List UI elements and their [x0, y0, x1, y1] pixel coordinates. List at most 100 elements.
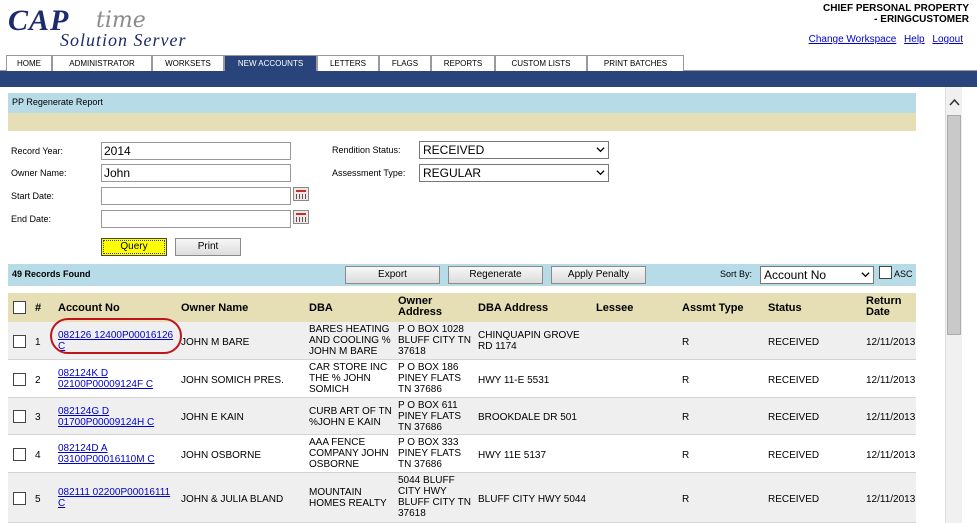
address-line: TN 37686 [398, 422, 442, 433]
row-checkbox[interactable] [13, 448, 26, 461]
dba-line: MOUNTAIN [309, 487, 362, 498]
col-dba[interactable]: DBA [309, 303, 333, 314]
owner-name: JOHN E KAIN [181, 412, 244, 423]
dba-address-line: BROOKDALE DR 501 [478, 412, 577, 423]
start-date-label: Start Date: [11, 191, 55, 201]
assmt-type: R [682, 337, 690, 348]
dba-address: HWY 11E 5137 [478, 450, 546, 461]
export-button[interactable]: Export [345, 266, 440, 284]
address-line: BLUFF CITY TN [398, 497, 471, 508]
address-line: PINEY FLATS [398, 448, 461, 459]
calendar-icon[interactable] [293, 210, 309, 224]
col-lessee[interactable]: Lessee [596, 303, 633, 314]
dba-address: HWY 11-E 5531 [478, 375, 549, 386]
tab-custom-lists[interactable]: CUSTOM LISTS [495, 55, 587, 71]
account-line: 082111 02200P00016111 [58, 487, 171, 498]
dba-line: HOMES REALTY [309, 498, 387, 509]
dba-address-line: BLUFF CITY HWY 5044 [478, 494, 586, 505]
owner-name: JOHN OSBORNE [181, 450, 262, 461]
tab-flags[interactable]: FLAGS [379, 55, 431, 71]
logo-subtitle: Solution Server [60, 30, 187, 50]
dba-address-line: HWY 11E 5137 [478, 450, 547, 461]
calendar-icon[interactable] [293, 187, 309, 201]
record-year-input[interactable]: 2014 [101, 142, 291, 160]
rendition-status-select[interactable]: RECEIVED [419, 141, 609, 159]
account-no-link[interactable]: 082124D A 03100P00016110M C [58, 443, 155, 465]
main-content: PP Regenerate Report Record Year: 2014 O… [0, 87, 977, 523]
sort-by-label: Sort By: [720, 269, 753, 279]
end-date-input[interactable] [101, 210, 291, 228]
tab-reports[interactable]: REPORTS [431, 55, 495, 71]
row-checkbox[interactable] [13, 492, 26, 505]
start-date-input[interactable] [101, 187, 291, 205]
tab-home[interactable]: HOME [6, 55, 52, 71]
end-date-label: End Date: [11, 214, 52, 224]
dba: BARES HEATING AND COOLING % JOHN M BARE [309, 324, 391, 357]
dba-address: CHINQUAPIN GROVE RD 1174 [478, 330, 580, 352]
record-year-label: Record Year: [11, 146, 64, 156]
tab-new-accounts[interactable]: NEW ACCOUNTS [224, 55, 317, 71]
apply-penalty-button[interactable]: Apply Penalty [551, 266, 646, 284]
tab-letters[interactable]: LETTERS [317, 55, 379, 71]
chevron-up-icon[interactable] [946, 95, 963, 111]
regenerate-button[interactable]: Regenerate [448, 266, 543, 284]
rendition-status-value: RECEIVED [423, 143, 485, 157]
assessment-type-value: REGULAR [423, 166, 482, 180]
col-assmt-type[interactable]: Assmt Type [682, 303, 744, 314]
select-all-checkbox[interactable] [13, 301, 26, 314]
row-num: 3 [35, 412, 41, 423]
rendition-status-label: Rendition Status: [332, 145, 401, 155]
results-toolbar: 49 Records Found Export Regenerate Apply… [8, 264, 916, 286]
dba-address-line: CHINQUAPIN GROVE [478, 330, 580, 341]
account-no-link[interactable]: 082111 02200P00016111 C [58, 487, 170, 509]
print-button[interactable]: Print [175, 238, 241, 256]
row-checkbox[interactable] [13, 373, 26, 386]
address-line: CITY HWY [398, 486, 447, 497]
dba-line: CAR STORE INC [309, 362, 388, 373]
dba-line: CURB ART OF TN [309, 406, 392, 417]
col-status[interactable]: Status [768, 303, 802, 314]
asc-label: ASC [894, 269, 913, 279]
dba-line: THE % JOHN [309, 373, 371, 384]
logout-link[interactable]: Logout [932, 34, 963, 45]
tab-print-batches[interactable]: PRINT BATCHES [587, 55, 684, 71]
address-line: P O BOX 186 [398, 362, 459, 373]
row-checkbox[interactable] [13, 410, 26, 423]
scrollbar[interactable] [945, 87, 962, 523]
address-line: TN 37686 [398, 384, 442, 395]
records-found: 49 Records Found [12, 269, 91, 279]
dba-address: BROOKDALE DR 501 [478, 412, 577, 423]
tab-administrator[interactable]: ADMINISTRATOR [52, 55, 152, 71]
assessment-type-select[interactable]: REGULAR [419, 164, 609, 182]
assmt-type: R [682, 375, 690, 386]
change-workspace-link[interactable]: Change Workspace [809, 34, 897, 45]
user-name: - ERINGCUSTOMER [874, 14, 969, 25]
address-line: 37618 [398, 508, 426, 519]
scroll-thumb[interactable] [947, 115, 961, 335]
query-button[interactable]: Query [101, 238, 167, 256]
address-line: P O BOX 333 [398, 437, 459, 448]
address-line: PINEY FLATS [398, 373, 461, 384]
col-account-no[interactable]: Account No [58, 303, 120, 314]
sort-by-select[interactable]: Account No [760, 266, 874, 284]
dba-line: SOMICH [309, 384, 349, 395]
help-link[interactable]: Help [904, 34, 925, 45]
col-dba-address[interactable]: DBA Address [478, 303, 548, 314]
owner-name-input[interactable]: John [101, 164, 291, 182]
row-num: 1 [35, 337, 41, 348]
col-owner-address[interactable]: Owner Address [398, 296, 458, 318]
dba-address: BLUFF CITY HWY 5044 [478, 494, 586, 505]
account-no-link[interactable]: 082124G D 01700P00009124H C [58, 406, 154, 428]
tab-worksets[interactable]: WORKSETS [152, 55, 224, 71]
account-line: 02100P00009124F C [58, 379, 154, 390]
row-checkbox[interactable] [13, 335, 26, 348]
asc-checkbox[interactable] [879, 266, 892, 279]
address-line: BLUFF CITY TN [398, 335, 471, 346]
section-toolbar [8, 113, 916, 131]
col-owner-name[interactable]: Owner Name [181, 303, 248, 314]
nav-underbar [0, 71, 977, 87]
account-no-link[interactable]: 082124K D 02100P00009124F C [58, 368, 153, 390]
col-num: # [35, 302, 42, 314]
col-return-date[interactable]: Return Date [866, 296, 916, 318]
owner-address: P O BOX 611 PINEY FLATS TN 37686 [398, 400, 461, 433]
